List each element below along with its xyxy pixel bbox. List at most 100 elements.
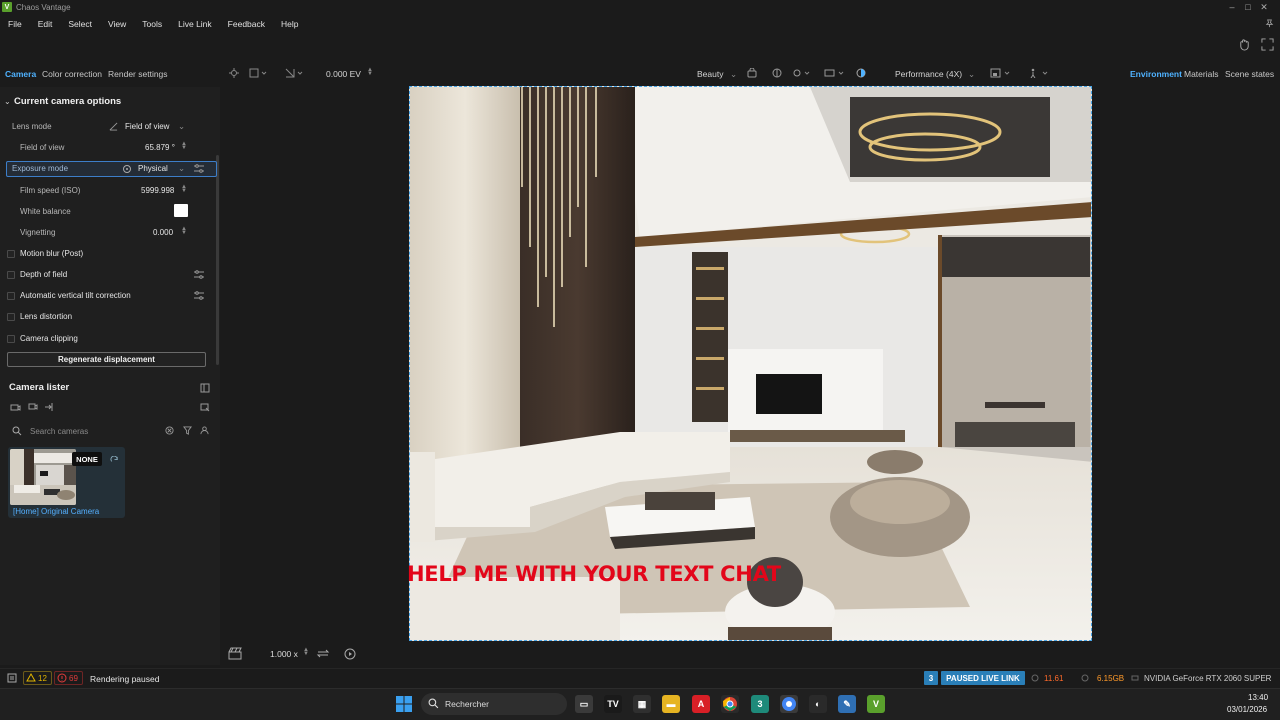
store-icon[interactable]: ▦ [633,695,651,713]
walk-mode-icon[interactable] [1028,68,1050,78]
menu-feedback[interactable]: Feedback [220,16,273,32]
tab-environment[interactable]: Environment [1130,69,1182,79]
memory-icon [1081,674,1089,682]
tab-render-settings[interactable]: Render settings [108,69,168,79]
iso-label: Film speed (ISO) [20,186,81,195]
menu-live-link[interactable]: Live Link [170,16,220,32]
denoiser-icon[interactable] [747,68,757,78]
lens-mode-label: Lens mode [12,122,52,131]
camera-badge: NONE [72,452,102,466]
motion-blur-checkbox[interactable] [7,250,15,258]
fps-icon [1031,674,1039,682]
menu-help[interactable]: Help [273,16,306,32]
frame-icon[interactable] [824,68,846,78]
menu-view[interactable]: View [100,16,134,32]
app-icon[interactable]: ◐ [809,695,827,713]
panel-layout-icon[interactable] [200,383,210,393]
depth-of-field-checkbox[interactable] [7,271,15,279]
vignetting-value[interactable]: 0.000 [153,228,173,237]
chrome-profile-icon[interactable] [780,695,798,713]
left-panel-scrollbar[interactable] [216,155,219,365]
render-image[interactable] [409,86,1092,641]
camera-thumbnail[interactable] [10,449,76,505]
pin-icon[interactable] [1262,16,1276,30]
settings-cog-icon[interactable] [792,68,810,78]
render-status: Rendering paused [90,674,160,684]
exposure-mode-dropdown[interactable]: Physical [138,164,168,173]
zoom-spinner[interactable]: ▲ ▼ [303,647,309,657]
chart-icon[interactable] [285,68,303,78]
white-balance-label: White balance [20,207,71,216]
vignetting-spinner[interactable]: ▲ ▼ [181,226,187,236]
refresh-zoom-icon[interactable] [316,647,330,660]
search-input[interactable]: Search cameras [30,427,88,436]
iso-value[interactable]: 5999.998 [141,186,174,195]
taskbar-search[interactable] [421,693,567,715]
clapperboard-icon[interactable] [228,647,242,660]
duplicate-camera-icon[interactable] [27,402,38,412]
lens-angle-icon [109,122,118,131]
chrome-icon[interactable] [721,695,739,713]
camera-name[interactable]: [Home] Original Camera [13,507,99,516]
camera-export-icon[interactable] [200,402,210,412]
task-view-icon[interactable]: ▭ [575,695,593,713]
quality-dropdown[interactable]: Performance (4X) [895,69,962,79]
clear-search-icon[interactable] [165,426,174,435]
vertical-tilt-checkbox[interactable] [7,292,15,300]
ev-value[interactable]: 0.000 EV [326,69,361,79]
chevron-down-icon: ⌄ [178,163,186,173]
vertical-tilt-label: Automatic vertical tilt correction [20,291,131,300]
ev-spinner[interactable]: ▲ ▼ [367,67,373,77]
filter-icon[interactable] [183,426,192,435]
tradingview-icon[interactable]: TV [604,695,622,713]
camera-clipping-checkbox[interactable] [7,335,15,343]
play-icon[interactable] [344,648,356,660]
menu-file[interactable]: File [0,16,30,32]
menu-edit[interactable]: Edit [30,16,61,32]
motion-blur-label: Motion blur (Post) [20,249,84,258]
sliders-icon[interactable] [194,270,204,279]
menu-tools[interactable]: Tools [134,16,170,32]
file-explorer-icon[interactable]: ▬ [662,695,680,713]
autocad-icon[interactable]: A [692,695,710,713]
iso-spinner[interactable]: ▲ ▼ [181,184,187,194]
transform-icon[interactable] [249,68,267,78]
sliders-icon[interactable] [194,291,204,300]
add-camera-icon[interactable] [10,402,21,412]
refresh-icon[interactable] [110,456,119,465]
collapse-chevron-icon[interactable]: ⌄ [4,97,11,106]
import-camera-icon[interactable] [44,402,54,412]
errors-count: 69 [69,674,78,683]
white-balance-swatch[interactable] [174,204,188,217]
close-button[interactable]: ✕ [1248,0,1280,14]
tab-materials[interactable]: Materials [1184,69,1218,79]
windows-start-icon[interactable] [396,696,412,712]
fov-value[interactable]: 65.879 ° [145,143,175,152]
zoom-value[interactable]: 1.000 x [270,649,298,659]
camera-settings-icon [122,164,132,174]
regenerate-displacement-button[interactable]: Regenerate displacement [7,352,206,367]
live-link-status-badge[interactable]: PAUSED LIVE LINK [941,671,1025,685]
search-icon [12,426,22,436]
render-mode-dropdown[interactable]: Beauty [697,69,723,79]
contrast-icon[interactable] [856,68,866,78]
sketchup-icon[interactable]: 3 [751,695,769,713]
user-icon[interactable] [200,426,209,435]
sliders-icon[interactable] [194,164,204,173]
lens-mode-dropdown[interactable]: Field of view [125,122,169,131]
menu-select[interactable]: Select [60,16,100,32]
tab-scene-states[interactable]: Scene states [1225,69,1274,79]
log-icon[interactable] [7,673,17,683]
safe-frame-icon[interactable] [990,68,1012,78]
focus-pick-icon[interactable] [229,68,239,78]
gpu-icon [1131,674,1139,682]
lens-distortion-checkbox[interactable] [7,313,15,321]
vantage-taskbar-icon[interactable]: V [867,695,885,713]
fullscreen-icon[interactable] [1261,38,1274,51]
light-mix-icon[interactable] [772,68,782,78]
tab-color-correction[interactable]: Color correction [42,69,102,79]
fov-spinner[interactable]: ▲ ▼ [181,141,187,151]
tab-camera[interactable]: Camera [5,69,36,79]
paint-icon[interactable]: ✎ [838,695,856,713]
hand-pan-icon[interactable] [1238,38,1251,51]
